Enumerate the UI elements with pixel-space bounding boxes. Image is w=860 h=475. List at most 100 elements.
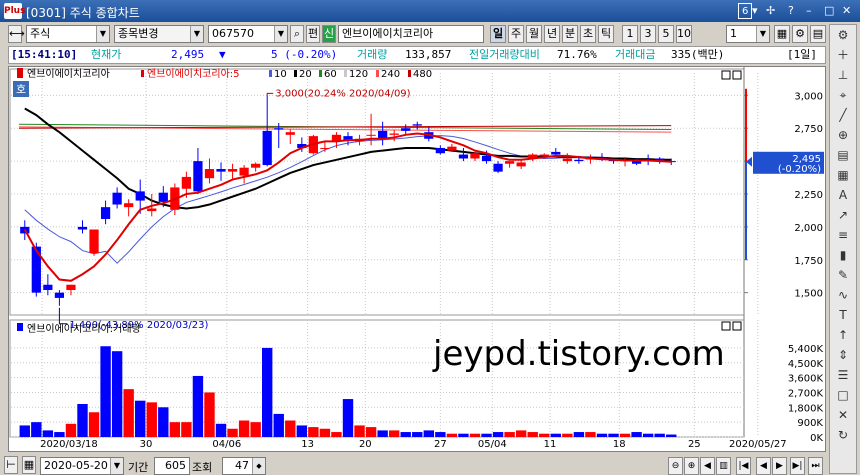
scroll-prev-icon[interactable]: ◀ — [756, 457, 771, 475]
app-logo: Plus — [4, 3, 25, 19]
search-icon[interactable]: ⌕ — [290, 25, 304, 43]
period-button-6[interactable]: 틱 — [598, 25, 614, 43]
candle-body-17 — [216, 169, 226, 172]
zoom-out-icon[interactable]: ⊖ — [668, 457, 683, 475]
market-select[interactable]: 주식 ▼ — [26, 25, 110, 43]
auto-icon[interactable]: A — [832, 186, 854, 205]
ruler-icon[interactable]: ⊢ — [4, 456, 18, 474]
maximize-icon[interactable]: □ — [824, 3, 834, 19]
ruler-icon[interactable]: ⊥ — [832, 66, 854, 85]
trend-icon[interactable]: ↗ — [832, 206, 854, 225]
candle-body-22 — [274, 128, 284, 130]
legend-ma-20: 20 — [299, 69, 312, 80]
candle-body-16 — [204, 169, 215, 179]
settings-icon[interactable]: ⚙ — [792, 25, 808, 43]
scroll-start-icon[interactable]: |◀ — [736, 457, 751, 475]
volume-bar-42 — [504, 432, 515, 437]
candle-body-39 — [470, 153, 480, 159]
amount-label: 거래대금 — [615, 48, 656, 61]
scroll-end-icon[interactable]: ⏭ — [808, 457, 823, 475]
legend-ma5-swatch — [141, 70, 144, 77]
period-button-3[interactable]: 년 — [544, 25, 560, 43]
page-number[interactable]: 6 — [738, 3, 753, 19]
chart-svg[interactable]: 2020/03/18 30 04/06 13 20 27 05/04 11 18 25 2020/0… — [9, 67, 827, 453]
volume-bar-27 — [331, 432, 342, 437]
query-input[interactable]: 47 ◆ — [222, 457, 266, 475]
code-input[interactable]: 067570 ▼ — [208, 25, 288, 43]
help-icon[interactable]: ? — [788, 3, 794, 19]
text-icon[interactable]: T — [832, 306, 854, 325]
refresh-icon[interactable]: ↻ — [832, 426, 854, 445]
period-button-4[interactable]: 분 — [562, 25, 578, 43]
gear-icon[interactable]: ⚙ — [832, 26, 854, 45]
delete-icon[interactable]: ✕ — [832, 406, 854, 425]
item-change-select[interactable]: 종목변경 ▼ — [114, 25, 204, 43]
chart-area[interactable]: 2020/03/18 30 04/06 13 20 27 05/04 11 18 25 2020/0… — [8, 66, 826, 452]
legend-ma-480: 480 — [413, 69, 432, 80]
wave-icon[interactable]: ∿ — [832, 286, 854, 305]
chart-type-icon[interactable]: ▥ — [716, 457, 731, 475]
volume-bar-18 — [227, 428, 238, 437]
volume-bar-16 — [204, 392, 215, 437]
volume-bar-33 — [400, 432, 411, 437]
count-button-0[interactable]: 1 — [622, 25, 638, 43]
list-icon[interactable]: ☰ — [832, 366, 854, 385]
pen-icon[interactable]: ✎ — [832, 266, 854, 285]
minimize-icon[interactable]: – — [806, 3, 812, 19]
date-select[interactable]: 2020-05-20 ▼ — [40, 457, 124, 475]
save-icon[interactable]: ▦ — [774, 25, 790, 43]
count-button-3[interactable]: 10 — [676, 25, 692, 43]
period-button-0[interactable]: 일 — [490, 25, 506, 43]
legend-ma-swatch-60 — [319, 70, 322, 77]
zoom-in-icon[interactable]: ⊕ — [684, 457, 699, 475]
candle-body-8 — [112, 192, 122, 205]
legend-ma-120: 120 — [349, 69, 368, 80]
pin-icon[interactable]: ✢ — [766, 3, 775, 19]
volume-bar-19 — [238, 420, 250, 437]
volume-bar-2 — [42, 430, 54, 437]
calendar-icon[interactable]: ▦ — [22, 456, 36, 474]
hogaa-badge-label: 호 — [16, 83, 26, 96]
period-button-5[interactable]: 초 — [580, 25, 596, 43]
period-button-1[interactable]: 주 — [508, 25, 524, 43]
plus-icon[interactable]: ＋ — [832, 46, 854, 65]
volume-bar-38 — [458, 433, 469, 437]
x-tick-label-8: 18 — [613, 439, 626, 450]
pin-button[interactable]: ⟷ — [8, 25, 25, 43]
print-icon[interactable]: ▤ — [810, 25, 826, 43]
volume-bar-25 — [308, 427, 319, 437]
legend-ma-swatch-120 — [344, 70, 347, 77]
count-button-2[interactable]: 5 — [658, 25, 674, 43]
zoom-icon[interactable]: ⊕ — [832, 126, 854, 145]
x-tick-label-10: 2020/05/27 — [729, 439, 787, 450]
current-price: 2,495 — [171, 48, 205, 61]
close-icon[interactable]: ✕ — [842, 3, 851, 19]
next-icon[interactable]: ▶| — [790, 457, 805, 475]
fib-icon[interactable]: ≡ — [832, 226, 854, 245]
count-button-1[interactable]: 3 — [640, 25, 656, 43]
volume-bar-9 — [123, 389, 134, 437]
arrow-up-icon[interactable]: ↑ — [832, 326, 854, 345]
volume-label: 거래량 — [357, 48, 388, 61]
pan-button[interactable]: 편 — [306, 25, 320, 43]
volume-value: 133,857 — [405, 48, 452, 61]
period-input[interactable]: 605 — [154, 457, 190, 475]
cursor-icon[interactable]: ⌖ — [832, 86, 854, 105]
box-icon[interactable]: □ — [832, 386, 854, 405]
candle-body-18 — [227, 169, 238, 172]
line-icon[interactable]: ╱ — [832, 106, 854, 125]
expand-icon[interactable]: ⇕ — [832, 346, 854, 365]
interval-select[interactable]: 1 ▼ — [726, 25, 770, 43]
toolbar: ⟷ 주식 ▼ 종목변경 ▼ 067570 ▼ ⌕ 편 신 엔브이에이치코리아 1 ▼ ▦… — [4, 24, 826, 44]
page-dropdown-icon[interactable]: ▾ — [752, 3, 758, 19]
table-icon[interactable]: ▤ — [832, 146, 854, 165]
scroll-left-icon[interactable]: ◀ — [700, 457, 715, 475]
period-button-2[interactable]: 월 — [526, 25, 542, 43]
volume-bar-43 — [515, 430, 527, 437]
bar-icon[interactable]: ▮ — [832, 246, 854, 265]
grid-icon[interactable]: ▦ — [832, 166, 854, 185]
volume-bar-21 — [261, 347, 273, 437]
y-tick-label-3: 2,250 — [794, 190, 823, 201]
legend-ma-240: 240 — [381, 69, 400, 80]
play-icon[interactable]: ▶ — [772, 457, 787, 475]
